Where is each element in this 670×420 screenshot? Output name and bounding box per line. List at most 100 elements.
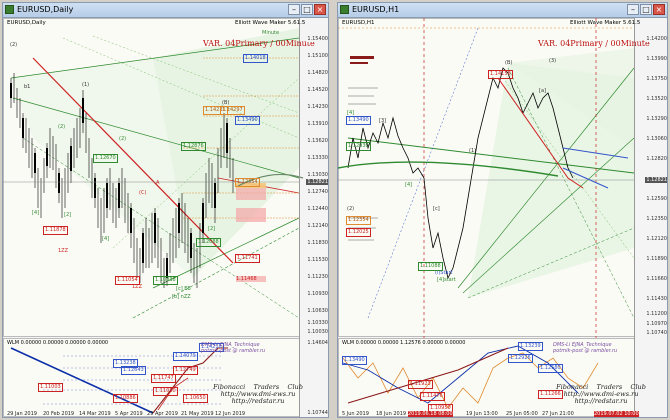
wave-label: (2) xyxy=(10,42,18,48)
price-chart-area[interactable]: EURUSD,H1 Elliott Wave Maker 5.61.5 VAR.… xyxy=(338,18,667,417)
price-axis-label: 1.13910 xyxy=(306,121,328,127)
window-titlebar[interactable]: EURUSD,H1 – □ × xyxy=(338,3,667,18)
wave-label: (2) xyxy=(347,206,355,212)
price-chart-area[interactable]: EURUSD,Daily Elliott Wave Maker 5.61.5 V… xyxy=(3,18,328,417)
window-title: EURUSD,H1 xyxy=(352,5,400,14)
price-axis-label: 1.13990 xyxy=(645,56,667,62)
watermark-bottom: Fibonacci Traders Club http://www.dmi-ew… xyxy=(213,383,303,405)
price-axis-label: 1.13750 xyxy=(645,76,667,82)
price-axis-label: 1.12740 xyxy=(306,189,328,195)
level-label: 1.13490 xyxy=(346,116,371,125)
osc-level-label: 1.12926 xyxy=(508,354,533,363)
level-label: 1.11054 xyxy=(115,276,140,285)
indicator-label: Elliott Wave Maker 5.61.5 xyxy=(570,20,641,26)
level-label: 1.12025 xyxy=(346,228,371,237)
level-label: 1.13490 xyxy=(235,116,260,125)
chart-window-icon xyxy=(340,5,349,14)
date-axis-label: 18 Jun 2019 xyxy=(376,411,407,417)
osc-level-label: 1.13490 xyxy=(342,356,367,365)
price-axis-label: 1.12440 xyxy=(306,206,328,212)
wave-label: Minute xyxy=(262,30,280,36)
oscillator-label: WLM 0.00000 0.00000 1.12576 0.00000 0.00… xyxy=(342,340,466,346)
osc-level-label: 1.12580 xyxy=(538,364,563,373)
window-title: EURUSD,Daily xyxy=(17,5,74,14)
level-label: 1.12088 xyxy=(196,238,221,247)
level-label: 1.14018 xyxy=(243,54,268,63)
chart-symbol-label: EURUSD,Daily xyxy=(7,20,46,26)
price-axis-label: 1.15100 xyxy=(306,53,328,59)
date-axis-label: 27 Jun 21:00 xyxy=(542,411,574,417)
osc-level-label: 1.14079 xyxy=(173,352,198,361)
level-label: 1.12930 xyxy=(346,142,371,151)
price-axis-label: 1.13030 xyxy=(306,172,328,178)
date-axis-label: 20 Feb 2019 xyxy=(43,411,75,417)
price-axis-label: 1.14230 xyxy=(306,104,328,110)
price-axis-label: 1.11530 xyxy=(306,257,328,263)
date-axis-label: 5 Apr 2019 xyxy=(115,411,143,417)
wave-label: [b] nZZ xyxy=(172,294,191,300)
price-axis-label: 1.13520 xyxy=(645,96,667,102)
close-button[interactable]: × xyxy=(314,4,326,15)
window-titlebar[interactable]: EURUSD,Daily – □ × xyxy=(3,3,328,18)
price-axis-label: 1.10740 xyxy=(645,330,667,336)
maximize-button[interactable]: □ xyxy=(640,4,652,15)
minimize-button[interactable]: – xyxy=(627,4,639,15)
price-axis-label: 1.15400 xyxy=(306,36,328,42)
wave-label: [4]start xyxy=(437,277,456,283)
chart-window-h1[interactable]: EURUSD,H1 – □ × EURUSD,H1 Elliott Wave M… xyxy=(337,2,668,418)
price-axis-label: 1.10630 xyxy=(306,308,328,314)
price-axis-label: 1.14520 xyxy=(306,87,328,93)
osc-level-label: 1.10650 xyxy=(183,394,208,403)
level-label: 1.11741 xyxy=(235,254,260,263)
wave-label: (1) xyxy=(82,82,90,88)
osc-level-label: 1.12749 xyxy=(173,366,198,375)
price-axis-label: 1.10030 xyxy=(306,329,328,335)
wave-label: [4] xyxy=(102,236,110,242)
osc-level-label: 1.11003 xyxy=(38,383,63,392)
wave-label: [a] xyxy=(539,88,546,94)
osc-level-label: 1.10886 xyxy=(113,394,138,403)
chart-window-daily[interactable]: EURUSD,Daily – □ × EURUSD,Daily Elliott … xyxy=(2,2,329,418)
watermark-bottom: Fibonacci Traders Club http://www.dmi-ew… xyxy=(556,383,646,405)
wave-label: [c] xyxy=(433,206,440,212)
price-axis-label: 1.11430 xyxy=(645,296,667,302)
price-axis-label: 1.13290 xyxy=(645,116,667,122)
close-button[interactable]: × xyxy=(653,4,665,15)
osc-level-label: 1.11923 xyxy=(408,380,433,389)
minimize-button[interactable]: – xyxy=(288,4,300,15)
wave-label: 1ZZ xyxy=(58,248,69,254)
wave-label: b1 xyxy=(24,84,31,90)
level-label: 1.12354 xyxy=(235,178,260,187)
price-axis-label: 1.12820 xyxy=(645,156,667,162)
price-axis-label: 1.10930 xyxy=(306,291,328,297)
current-price-marker: 1.12821 xyxy=(645,177,667,183)
price-axis-label: 1.11200 xyxy=(645,311,667,317)
level-label: 1.10838 xyxy=(153,276,178,285)
current-price-marker: 1.12821 xyxy=(306,179,328,185)
date-axis-label: 29 Apr 2019 xyxy=(147,411,178,417)
date-axis-label: 29 Jan 2019 xyxy=(7,411,37,417)
level-label: 1.12354 xyxy=(346,216,371,225)
chart-window-icon xyxy=(5,5,14,14)
wave-label: (i)Start xyxy=(435,270,453,276)
wave-label: (1) xyxy=(469,148,477,154)
date-axis-label: 25 Jun 05:00 xyxy=(506,411,538,417)
date-axis-label: 12 Jun 2019 xyxy=(215,411,246,417)
wave-label: (3) xyxy=(549,58,557,64)
osc-level-label: 1.13239 xyxy=(518,342,543,351)
osc-level-label: 1.11050 xyxy=(153,387,178,396)
wave-label: (2) xyxy=(119,136,127,142)
price-axis-label: 1.13060 xyxy=(645,136,667,142)
maximize-button[interactable]: □ xyxy=(301,4,313,15)
osc-axis-label: 1.14604 xyxy=(306,340,328,346)
wave-label: (C) xyxy=(139,190,147,196)
level-label: 1.11878 xyxy=(43,226,68,235)
level-label: 1.11088 xyxy=(418,262,443,271)
wave-label: [4] xyxy=(32,210,40,216)
wave-label: 1ZZ xyxy=(132,284,143,290)
date-axis-marker: 2019.06.18 08:00 xyxy=(408,411,453,417)
daily-chart-drawing xyxy=(3,18,304,417)
date-axis-marker: 2019.07.02 10:00 xyxy=(594,411,639,417)
level-label: 1.14158 xyxy=(488,70,513,79)
osc-axis-label: 1.10744 xyxy=(306,410,328,416)
